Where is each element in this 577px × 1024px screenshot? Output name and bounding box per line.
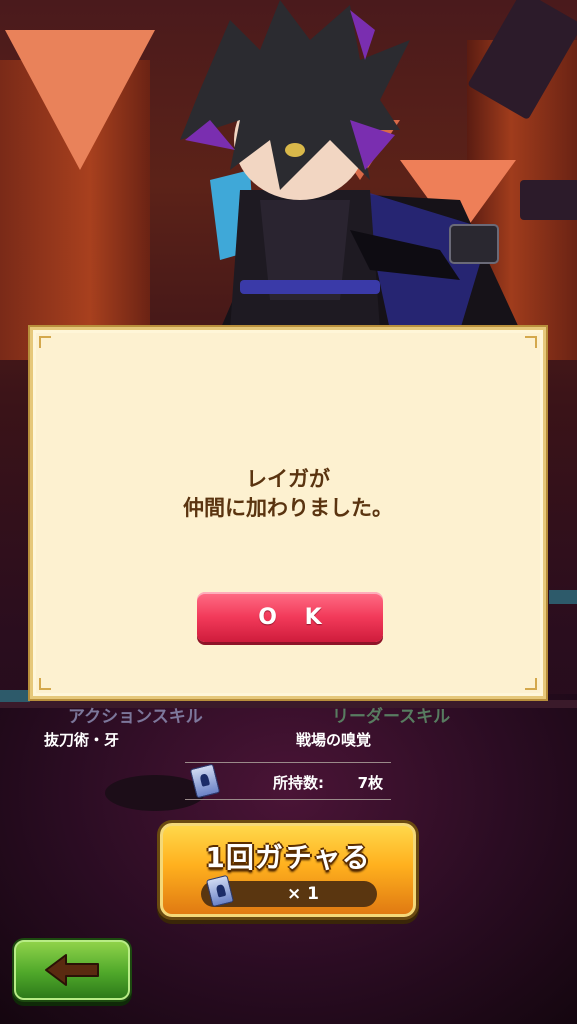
owned-count: 7枚 xyxy=(357,774,383,792)
dialog-corner-ornament xyxy=(525,336,537,348)
character-sprite xyxy=(180,0,520,330)
dialog-corner-ornament xyxy=(39,336,51,348)
owned-label: 所持数: xyxy=(273,774,324,792)
ticket-icon xyxy=(189,763,221,799)
owned-tickets-row: 所持数: 7枚 xyxy=(185,762,391,800)
action-skill-header: アクションスキル xyxy=(68,707,203,727)
background-shelf xyxy=(549,590,577,604)
gacha-cost-pill: × 1 xyxy=(201,874,377,908)
background-pipe xyxy=(520,180,577,220)
back-button[interactable] xyxy=(14,940,130,1000)
ok-button-label: O K xyxy=(258,604,332,630)
leader-skill-header: リーダースキル xyxy=(332,707,451,727)
action-skill-value: 抜刀術・牙 xyxy=(44,731,120,749)
gacha-once-button[interactable]: 1回ガチャる × 1 xyxy=(160,823,416,917)
ok-button[interactable]: O K xyxy=(197,592,383,642)
dialog-corner-ornament xyxy=(525,678,537,690)
back-arrow-icon xyxy=(45,954,99,986)
leader-skill-value: 戦場の嗅覚 xyxy=(296,731,372,749)
join-dialog: レイガが 仲間に加わりました。 O K xyxy=(30,327,546,699)
dialog-message: レイガが 仲間に加わりました。 xyxy=(33,465,543,523)
ticket-icon xyxy=(205,874,235,908)
gacha-cost-text: × 1 xyxy=(287,884,319,904)
gacha-button-title: 1回ガチャる xyxy=(205,841,371,874)
dialog-message-line1: レイガが xyxy=(246,467,330,491)
background-lamp xyxy=(5,30,155,170)
dialog-message-line2: 仲間に加わりました。 xyxy=(183,496,393,520)
background-shelf xyxy=(0,690,30,702)
dialog-corner-ornament xyxy=(39,678,51,690)
